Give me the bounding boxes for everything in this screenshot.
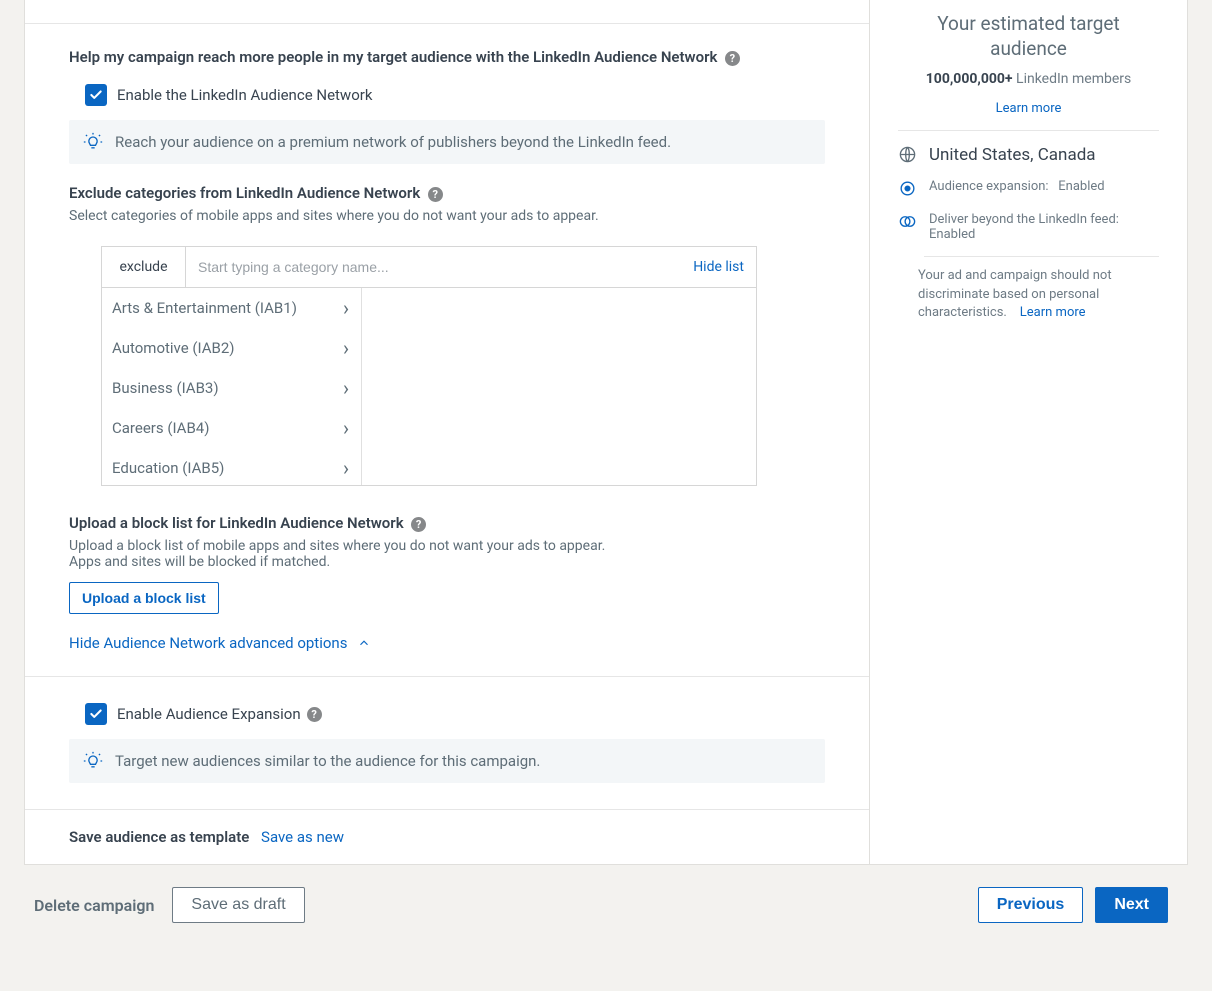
upload-desc: Upload a block list of mobile apps and s… (69, 538, 825, 570)
enable-lan-row: Enable the LinkedIn Audience Network (85, 84, 825, 106)
hide-advanced-link[interactable]: Hide Audience Network advanced options (69, 634, 371, 652)
previous-button[interactable]: Previous (978, 887, 1084, 923)
help-icon[interactable]: ? (411, 517, 426, 532)
save-as-new-link[interactable]: Save as new (261, 828, 344, 846)
help-icon[interactable]: ? (428, 187, 443, 202)
save-template-label: Save audience as template (69, 828, 249, 846)
picker-input-wrap: Hide list (186, 247, 756, 287)
category-list[interactable]: Arts & Entertainment (IAB1) › Automotive … (102, 288, 362, 485)
picker-header: exclude Hide list (101, 246, 757, 288)
enable-lan-checkbox[interactable] (85, 84, 107, 106)
footer-right: Previous Next (978, 887, 1168, 923)
hide-list-link[interactable]: Hide list (693, 259, 744, 275)
help-icon[interactable]: ? (307, 707, 322, 722)
category-detail-pane (362, 288, 756, 485)
category-search-input[interactable] (198, 259, 693, 275)
sidebar-count: 100,000,000+ LinkedIn members (898, 71, 1159, 87)
enable-expansion-checkbox[interactable] (85, 703, 107, 725)
category-item[interactable]: Business (IAB3) › (102, 368, 361, 408)
sidebar-expansion-value: Enabled (1058, 179, 1104, 194)
upload-title: Upload a block list for LinkedIn Audienc… (69, 514, 404, 532)
next-button[interactable]: Next (1095, 887, 1168, 923)
upload-block: Upload a block list for LinkedIn Audienc… (69, 514, 825, 614)
hide-advanced-label: Hide Audience Network advanced options (69, 634, 347, 652)
exclude-title: Exclude categories from LinkedIn Audienc… (69, 184, 420, 202)
chevron-right-icon: › (343, 456, 349, 480)
audience-network-section: Help my campaign reach more people in my… (25, 24, 869, 676)
category-label: Education (IAB5) (112, 459, 224, 477)
audience-expansion-section: Enable Audience Expansion ? Target new a… (25, 677, 869, 809)
category-label: Careers (IAB4) (112, 419, 209, 437)
enable-expansion-row: Enable Audience Expansion ? (85, 703, 825, 725)
chevron-right-icon: › (343, 336, 349, 360)
sidebar-expansion-row: Audience expansion: Enabled (898, 179, 1159, 198)
footer-bar: Delete campaign Save as draft Previous N… (24, 865, 1188, 945)
upload-desc-2: Apps and sites will be blocked if matche… (69, 554, 825, 570)
divider (898, 130, 1159, 131)
lan-banner-text: Reach your audience on a premium network… (115, 133, 671, 151)
exclude-tab[interactable]: exclude (102, 247, 186, 287)
lan-info-banner: Reach your audience on a premium network… (69, 120, 825, 164)
prev-card-spacer (25, 0, 869, 24)
chevron-up-icon (357, 636, 371, 650)
main-column: Help my campaign reach more people in my… (24, 0, 870, 865)
category-label: Arts & Entertainment (IAB1) (112, 299, 297, 317)
sidebar-learn-more[interactable]: Learn more (898, 101, 1159, 116)
sidebar-deliver-value: Enabled (929, 227, 975, 242)
save-template-row: Save audience as template Save as new (25, 810, 869, 864)
upload-block-list-button[interactable]: Upload a block list (69, 582, 219, 614)
divider (924, 256, 1159, 257)
audience-count: 100,000,000+ (926, 71, 1013, 87)
sidebar-deliver-text: Deliver beyond the LinkedIn feed: Enable… (929, 212, 1159, 242)
sidebar-disclaimer: Your ad and campaign should not discrimi… (918, 267, 1159, 322)
expansion-info-banner: Target new audiences similar to the audi… (69, 739, 825, 783)
target-icon (898, 179, 917, 198)
sidebar-deliver-row: Deliver beyond the LinkedIn feed: Enable… (898, 212, 1159, 242)
save-draft-button[interactable]: Save as draft (172, 887, 304, 923)
category-item[interactable]: Automotive (IAB2) › (102, 328, 361, 368)
footer-left: Delete campaign Save as draft (34, 887, 305, 923)
exclude-desc: Select categories of mobile apps and sit… (69, 208, 825, 224)
globe-icon (898, 145, 917, 164)
chevron-right-icon: › (343, 416, 349, 440)
category-label: Business (IAB3) (112, 379, 219, 397)
sidebar-expansion-text: Audience expansion: Enabled (929, 179, 1105, 194)
enable-lan-label: Enable the LinkedIn Audience Network (117, 86, 372, 104)
audience-count-suffix: LinkedIn members (1016, 71, 1131, 87)
delete-campaign-link[interactable]: Delete campaign (34, 896, 154, 915)
category-picker: exclude Hide list Arts & Entertainment (… (101, 246, 757, 486)
upload-desc-1: Upload a block list of mobile apps and s… (69, 538, 825, 554)
category-item[interactable]: Education (IAB5) › (102, 448, 361, 485)
overlap-icon (898, 212, 917, 231)
picker-body: Arts & Entertainment (IAB1) › Automotive … (101, 288, 757, 486)
sidebar-disclaimer-link[interactable]: Learn more (1020, 305, 1086, 320)
chevron-right-icon: › (343, 376, 349, 400)
sidebar-title: Your estimated target audience (898, 12, 1159, 61)
sidebar-deliver-label: Deliver beyond the LinkedIn feed: (929, 212, 1119, 227)
sidebar-location-row: United States, Canada (898, 145, 1159, 165)
category-item[interactable]: Arts & Entertainment (IAB1) › (102, 288, 361, 328)
expansion-banner-text: Target new audiences similar to the audi… (115, 752, 540, 770)
sidebar-expansion-label: Audience expansion: (929, 179, 1049, 194)
lightbulb-icon (83, 132, 103, 152)
lightbulb-icon (83, 751, 103, 771)
estimate-sidebar: Your estimated target audience 100,000,0… (870, 0, 1188, 865)
sidebar-location: United States, Canada (929, 145, 1096, 165)
chevron-right-icon: › (343, 296, 349, 320)
help-icon[interactable]: ? (725, 51, 740, 66)
category-item[interactable]: Careers (IAB4) › (102, 408, 361, 448)
lan-title: Help my campaign reach more people in my… (69, 48, 717, 66)
category-label: Automotive (IAB2) (112, 339, 235, 357)
exclude-title-wrap: Exclude categories from LinkedIn Audienc… (69, 184, 825, 202)
enable-expansion-label: Enable Audience Expansion (117, 705, 301, 723)
